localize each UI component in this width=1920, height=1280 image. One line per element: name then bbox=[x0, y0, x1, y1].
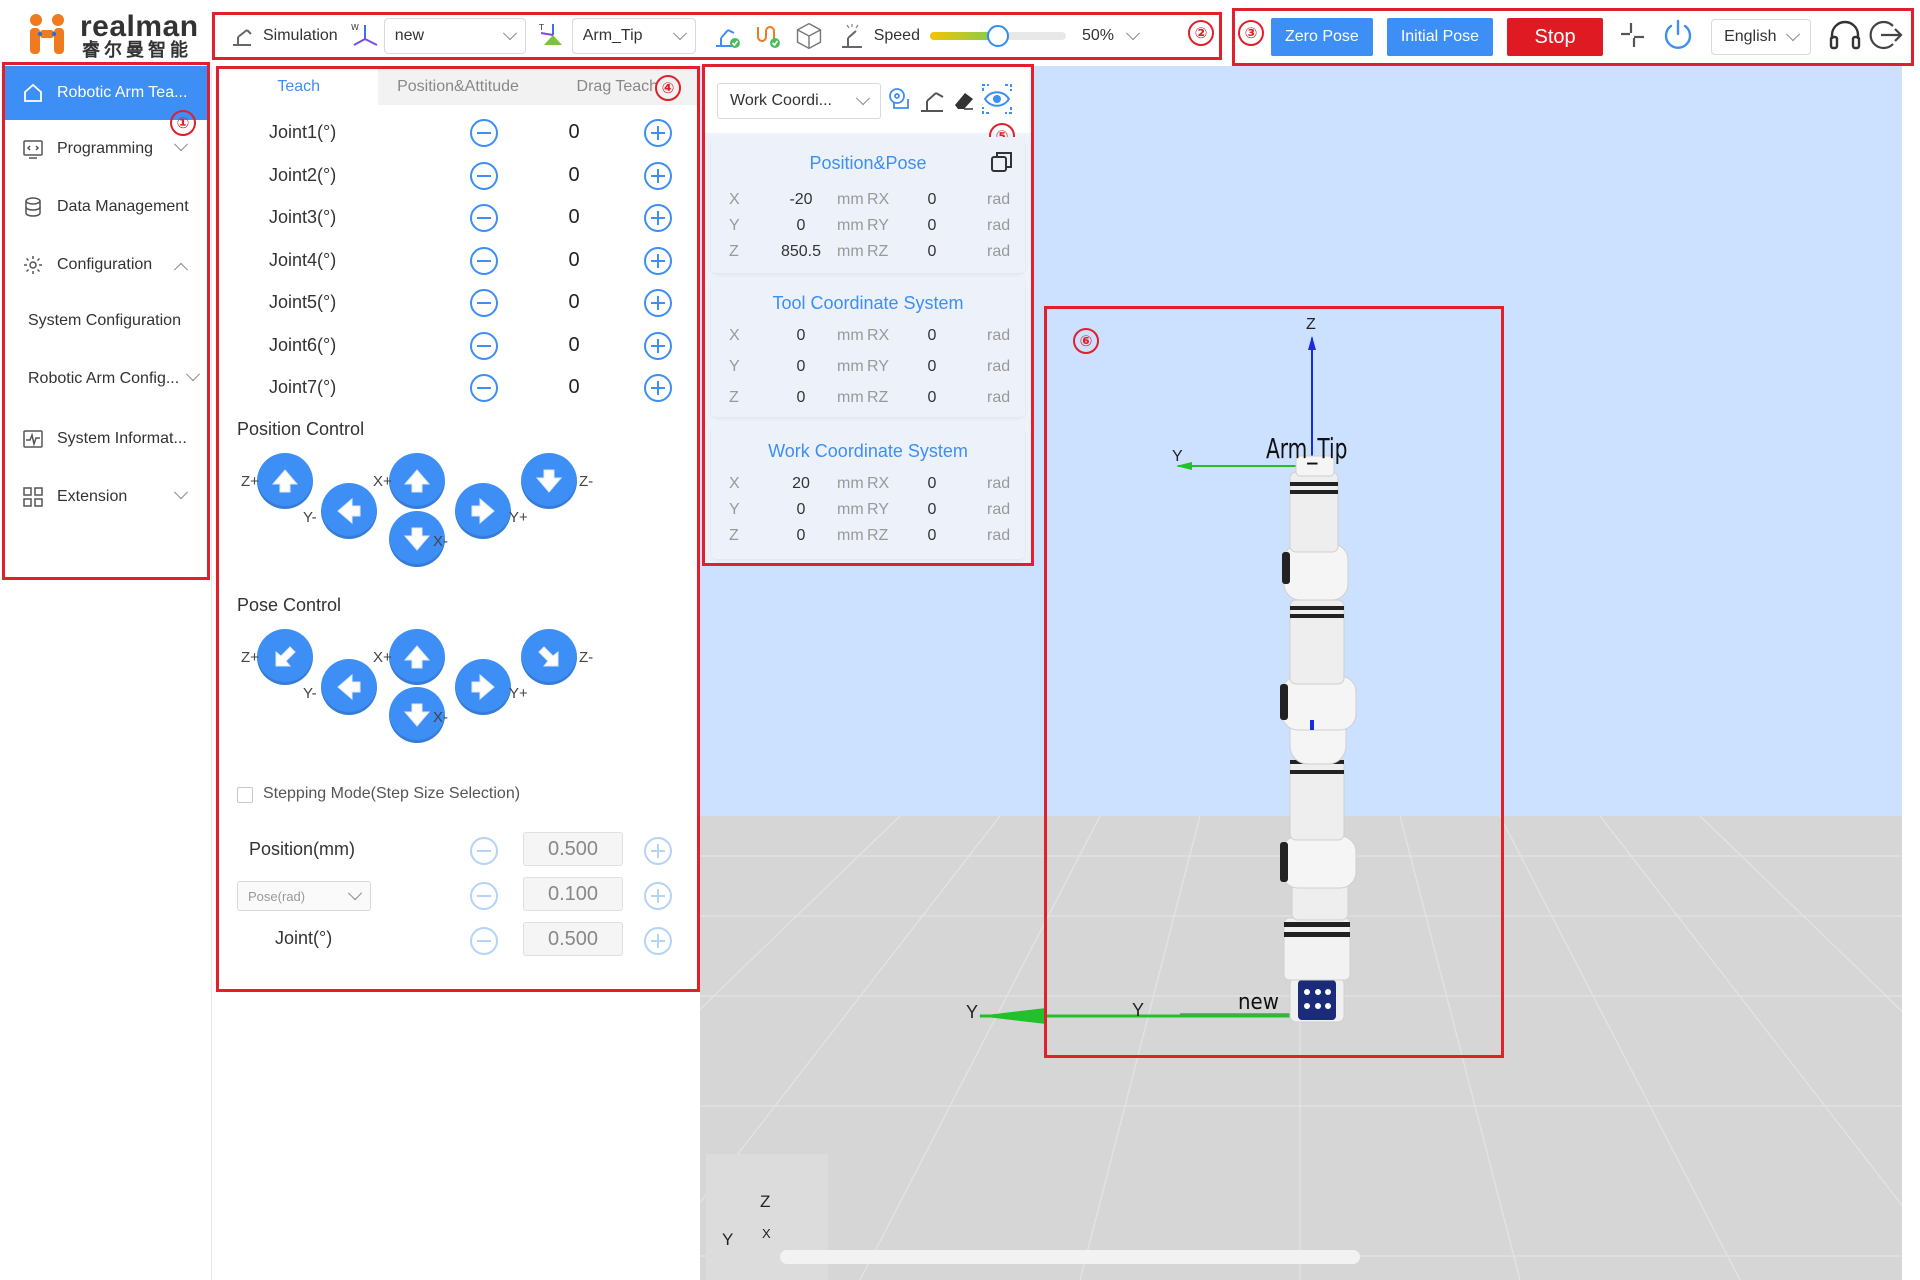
coord-row: X 20 mm RX 0 rad bbox=[711, 473, 1025, 497]
rotation-axis-name: RZ bbox=[867, 389, 889, 406]
rotation-value: 0 bbox=[927, 327, 937, 344]
work-coordinate-card: Work Coordinate System X 20 mm RX 0 rad Y 0 mm RY… bbox=[711, 425, 1025, 559]
coord-row: Z 850.5 mm RZ 0 rad bbox=[711, 241, 1025, 265]
coord-row: Y 0 mm RY 0 rad bbox=[711, 356, 1025, 380]
rotation-value: 0 bbox=[927, 217, 937, 234]
card-title: Tool Coordinate System bbox=[772, 293, 964, 313]
position-unit: mm bbox=[837, 527, 864, 544]
position-value: 0 bbox=[796, 358, 806, 375]
position-unit: mm bbox=[837, 243, 864, 260]
rotation-unit: rad bbox=[987, 217, 1011, 234]
rotation-value: 0 bbox=[927, 501, 937, 518]
position-unit: mm bbox=[837, 389, 864, 406]
position-unit: mm bbox=[837, 191, 864, 208]
rotation-axis-name: RY bbox=[867, 358, 889, 375]
axis-name: Y bbox=[729, 217, 740, 234]
axis-name: X bbox=[729, 475, 740, 492]
rotation-axis-name: RZ bbox=[867, 527, 889, 544]
rotation-value: 0 bbox=[927, 475, 937, 492]
annotation-badge-6: ⑥ bbox=[1073, 328, 1099, 354]
copy-icon[interactable] bbox=[989, 149, 1015, 180]
coord-row: X 0 mm RX 0 rad bbox=[711, 325, 1025, 349]
rotation-axis-name: RX bbox=[867, 191, 890, 208]
rotation-unit: rad bbox=[987, 475, 1011, 492]
position-unit: mm bbox=[837, 217, 864, 234]
tool-coordinate-card: Tool Coordinate System X 0 mm RX 0 rad Y 0 mm RY 0… bbox=[711, 277, 1025, 417]
axis-name: X bbox=[729, 191, 740, 208]
rotation-value: 0 bbox=[927, 191, 937, 208]
position-value: 850.5 bbox=[780, 243, 822, 260]
coord-row: Y 0 mm RY 0 rad bbox=[711, 499, 1025, 523]
rotation-value: 0 bbox=[927, 389, 937, 406]
chevron-down-icon bbox=[855, 91, 871, 106]
position-value: 20 bbox=[792, 475, 810, 492]
rotation-axis-name: RX bbox=[867, 475, 890, 492]
base-y-arrow bbox=[978, 1008, 1046, 1024]
rotation-unit: rad bbox=[987, 501, 1011, 518]
position-unit: mm bbox=[837, 475, 864, 492]
rotation-value: 0 bbox=[927, 243, 937, 260]
axis-name: Y bbox=[729, 358, 740, 375]
coordinate-panel: Work Coordi... ⑤ Position&Pose X-20mmRX0… bbox=[702, 64, 1034, 566]
position-value: 0 bbox=[796, 327, 806, 344]
rotation-axis-name: RY bbox=[867, 501, 889, 518]
viewport-horizontal-scrollbar[interactable] bbox=[780, 1250, 1360, 1264]
visibility-eye-icon[interactable] bbox=[979, 81, 1015, 122]
position-value: 0 bbox=[796, 527, 806, 544]
collision-detect-icon[interactable] bbox=[885, 85, 915, 120]
card-title: Work Coordinate System bbox=[768, 441, 968, 461]
axis-name: Z bbox=[729, 389, 739, 406]
axis-name: Z bbox=[729, 527, 739, 544]
arm-pose-icon[interactable] bbox=[917, 85, 949, 120]
rotation-axis-name: RX bbox=[867, 327, 890, 344]
card-title: Position&Pose bbox=[809, 153, 927, 173]
coord-row: X -20 mm RX 0 rad bbox=[711, 189, 1025, 213]
position-unit: mm bbox=[837, 501, 864, 518]
rotation-unit: rad bbox=[987, 527, 1011, 544]
rotation-unit: rad bbox=[987, 358, 1011, 375]
position-value: 0 bbox=[796, 217, 806, 234]
position-unit: mm bbox=[837, 358, 864, 375]
rotation-unit: rad bbox=[987, 327, 1011, 344]
axis-name: Y bbox=[729, 501, 740, 518]
position-unit: mm bbox=[837, 327, 864, 344]
minimap-z-label: Z bbox=[760, 1192, 771, 1211]
coord-row: Y 0 mm RY 0 rad bbox=[711, 215, 1025, 239]
eraser-icon[interactable] bbox=[951, 87, 977, 118]
rotation-value: 0 bbox=[927, 527, 937, 544]
coord-row: Z 0 mm RZ 0 rad bbox=[711, 387, 1025, 411]
coordinate-system-value: Work Coordi... bbox=[730, 92, 832, 109]
rotation-unit: rad bbox=[987, 389, 1011, 406]
rotation-axis-name: RY bbox=[867, 217, 889, 234]
base-y-label: Y bbox=[966, 1002, 979, 1022]
rotation-value: 0 bbox=[927, 358, 937, 375]
axis-name: Z bbox=[729, 243, 739, 260]
rotation-unit: rad bbox=[987, 191, 1011, 208]
minimap-y-label: Y bbox=[722, 1230, 734, 1249]
coordinate-panel-header: Work Coordi... bbox=[705, 67, 1031, 133]
coordinate-system-select[interactable]: Work Coordi... bbox=[717, 83, 881, 119]
axis-name: X bbox=[729, 327, 740, 344]
coord-row: Z 0 mm RZ 0 rad bbox=[711, 525, 1025, 549]
position-value: 0 bbox=[796, 389, 806, 406]
position-pose-card: Position&Pose X -20 mm RX 0 rad Y 0 mm RY 0 rad Z 850… bbox=[711, 137, 1025, 273]
rotation-axis-name: RZ bbox=[867, 243, 889, 260]
position-value: -20 bbox=[789, 191, 813, 208]
position-value: 0 bbox=[796, 501, 806, 518]
rotation-unit: rad bbox=[987, 243, 1011, 260]
annotation-frame-6 bbox=[1044, 306, 1504, 1058]
minimap-x-label: X bbox=[762, 1226, 771, 1241]
